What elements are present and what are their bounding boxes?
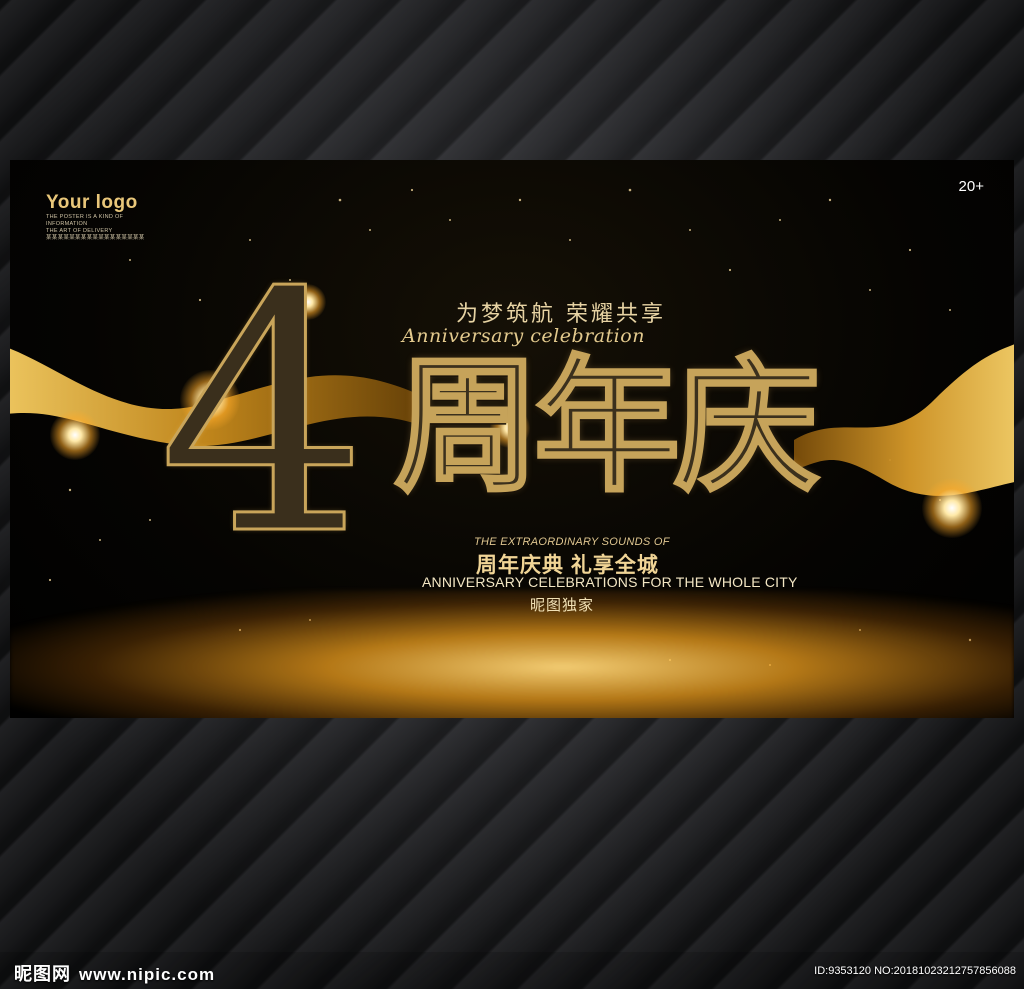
- light-flare: [50, 410, 100, 460]
- big-anniversary-number: 4: [157, 223, 370, 607]
- age-badge: 20+: [958, 178, 984, 195]
- logo-line: THE POSTER IS A KIND OF: [46, 214, 124, 220]
- logo-line: 某某某某某某某某某某某某某某某某某: [46, 235, 145, 241]
- watermark-brand-name: 昵图网: [14, 964, 71, 984]
- tagline-english: ANNIVERSARY CELEBRATIONS FOR THE WHOLE C…: [422, 574, 798, 590]
- golden-light-wave: [10, 590, 1014, 718]
- tagline-brand: 昵图独家: [530, 597, 595, 614]
- watermark-bar: 昵图网 www.nipic.com ID:9353120 NO:201810232…: [0, 952, 1024, 989]
- gold-silk-ribbon-right: [794, 344, 1014, 496]
- anniversary-poster: Your logo THE POSTER IS A KIND OF INFORM…: [10, 160, 1014, 718]
- slogan-text: 为梦筑航 荣耀共享: [456, 302, 666, 327]
- logo-line: INFORMATION: [46, 221, 88, 227]
- tagline-small: THE EXTRAORDINARY SOUNDS OF: [474, 536, 670, 548]
- watermark-brand: 昵图网 www.nipic.com: [14, 960, 215, 986]
- logo-block: Your logo THE POSTER IS A KIND OF INFORM…: [46, 192, 145, 242]
- logo-line: THE ART OF DELIVERY: [46, 228, 113, 234]
- light-flare: [922, 478, 982, 538]
- watermark-id: ID:9353120 NO:20181023212757856088: [814, 965, 1016, 977]
- watermark-url: www.nipic.com: [79, 965, 216, 984]
- main-title: 周年庆: [393, 342, 822, 512]
- logo-title: Your logo: [46, 192, 138, 213]
